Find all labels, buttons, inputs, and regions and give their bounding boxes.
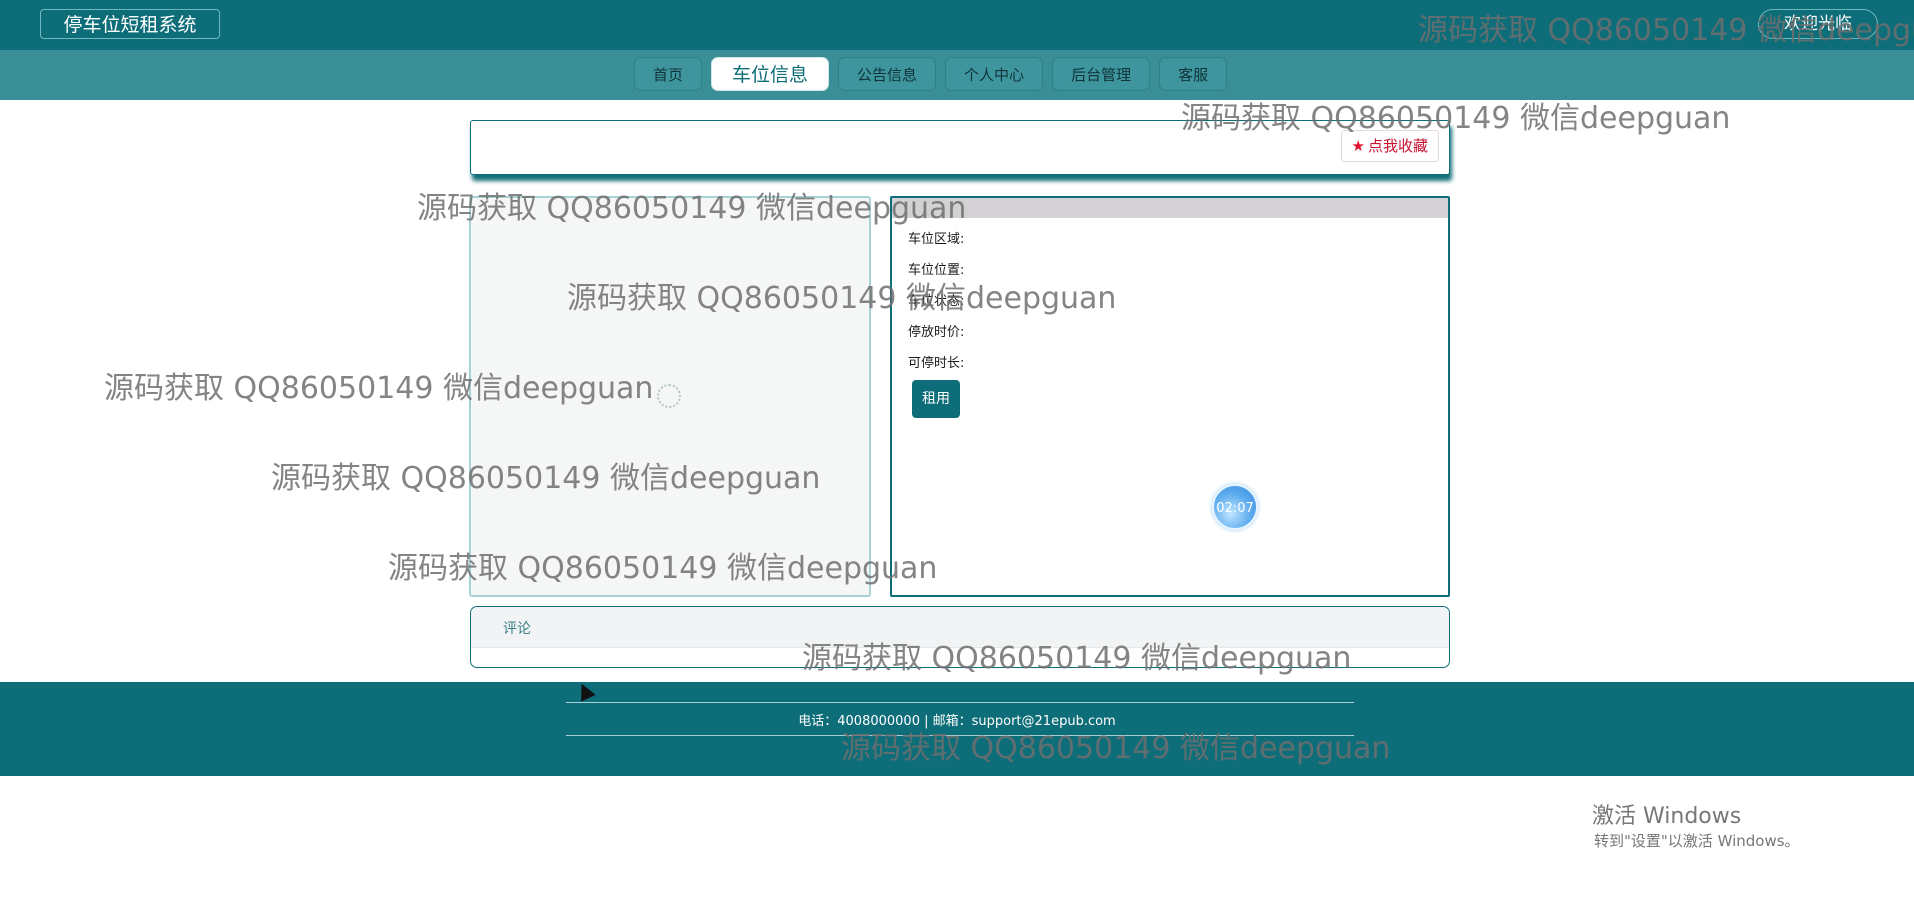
watermark-text: 源码获取 QQ86050149 微信deepguan — [388, 551, 938, 586]
nav-announcements[interactable]: 公告信息 — [838, 57, 937, 91]
watermark-text: 源码获取 QQ86050149 微信deepguan — [271, 461, 821, 496]
price-label: 停放时价: — [908, 325, 965, 340]
windows-activation-title: 激活 Windows — [1592, 804, 1742, 829]
footer-divider-top — [566, 702, 1354, 703]
windows-activation-subtitle: 转到"设置"以激活 Windows。 — [1594, 832, 1800, 850]
favorite-label: 点我收藏 — [1367, 137, 1428, 155]
nav-personal-center[interactable]: 个人中心 — [945, 57, 1044, 91]
watermark-text: 源码获取 QQ86050149 微信deepguan — [567, 281, 1117, 316]
watermark-text: 源码获取 QQ86050149 微信deepguan — [1181, 101, 1731, 136]
watermark-text: 源码获取 QQ86050149 微信deepguan — [841, 731, 1391, 766]
loading-spinner-icon — [657, 384, 681, 408]
parking-detail-panel: 车位区域: 车位位置: 车位状态: 停放时价: 可停时长: 租用 02:07 — [890, 196, 1450, 597]
timer-badge[interactable]: 02:07 — [1212, 484, 1258, 530]
detail-header — [892, 198, 1448, 218]
nav-parking-info[interactable]: 车位信息 — [711, 57, 830, 91]
watermark-text: 源码获取 QQ86050149 微信deepguan — [104, 371, 654, 406]
nav-customer-service[interactable]: 客服 — [1159, 57, 1228, 91]
nav-admin[interactable]: 后台管理 — [1052, 57, 1151, 91]
watermark-text: 源码获取 QQ86050149 微信deepguan — [417, 191, 967, 226]
nav-home[interactable]: 首页 — [634, 57, 703, 91]
brand-title[interactable]: 停车位短租系统 — [40, 9, 220, 39]
star-icon: ★ — [1351, 137, 1365, 155]
rent-button[interactable]: 租用 — [912, 380, 960, 418]
area-label: 车位区域: — [908, 232, 965, 247]
duration-label: 可停时长: — [908, 356, 965, 371]
watermark-text: 源码获取 QQ86050149 微信deepguan — [1418, 13, 1914, 48]
comments-title: 评论 — [503, 621, 531, 637]
watermark-text: 源码获取 QQ86050149 微信deepguan — [802, 641, 1352, 676]
